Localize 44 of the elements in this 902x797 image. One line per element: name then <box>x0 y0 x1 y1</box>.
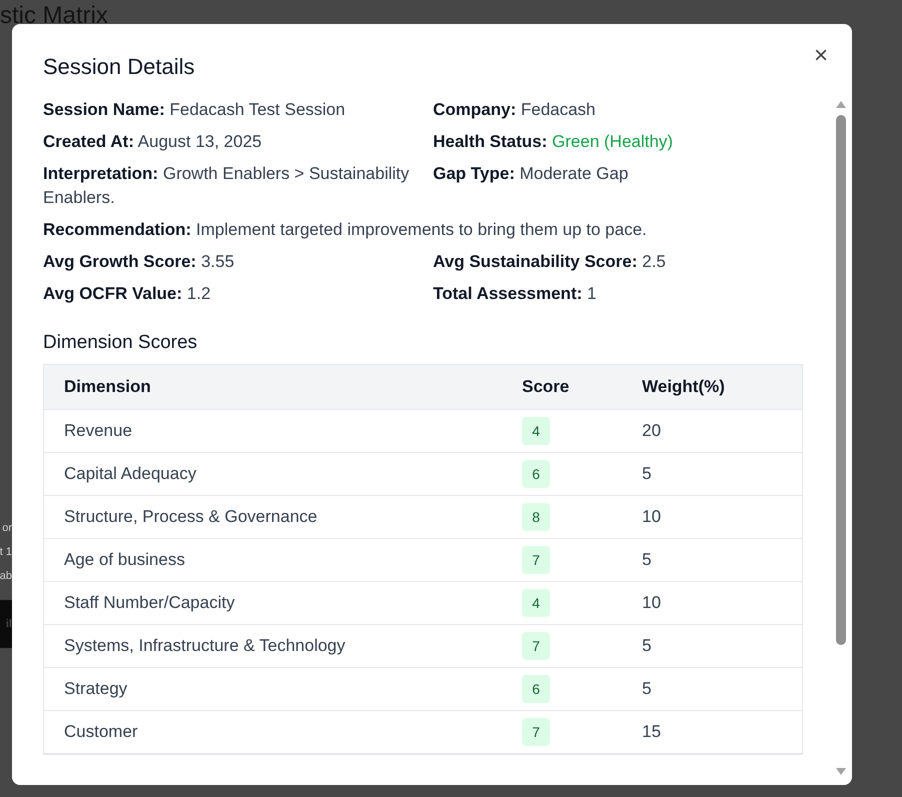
table-cell-text: Systems, Infrastructure & Technology <box>64 636 346 656</box>
table-cell-text: 5 <box>642 636 652 656</box>
close-button[interactable]: × <box>814 46 828 66</box>
detail-field: Health Status: Green (Healthy) <box>433 128 793 160</box>
score-badge: 8 <box>522 503 550 531</box>
table-cell-text: 15 <box>642 722 662 742</box>
score-badge: 7 <box>522 546 550 574</box>
table-cell-text: Structure, Process & Governance <box>64 507 318 527</box>
detail-field: Company: Fedacash <box>433 96 793 128</box>
background-text: t 1 <box>0 545 12 560</box>
table-cell-text: 20 <box>642 421 662 441</box>
table-cell-text: Staff Number/Capacity <box>64 593 236 613</box>
table-cell-text: Capital Adequacy <box>64 464 198 484</box>
dialog-title: Session Details <box>43 54 195 80</box>
detail-field: Avg OCFR Value: 1.2 <box>43 280 433 312</box>
table-cell-text: 5 <box>642 464 652 484</box>
table-cell-text: 10 <box>642 507 662 527</box>
detail-field: Created At: August 13, 2025 <box>43 128 433 160</box>
score-badge: 4 <box>522 417 550 445</box>
detail-field: Total Assessment: 1 <box>433 280 793 312</box>
score-badge: 7 <box>522 718 550 746</box>
column-header: Dimension <box>64 377 152 397</box>
table-cell-text: Strategy <box>64 679 128 699</box>
column-header: Score <box>522 377 570 397</box>
section-title: Dimension Scores <box>43 332 198 354</box>
table-cell-text: Customer <box>64 722 139 742</box>
detail-field: Interpretation: Growth Enablers > Sustainability Enablers. <box>43 160 433 216</box>
table-cell-text: 5 <box>642 550 652 570</box>
table-cell-text: 5 <box>642 679 652 699</box>
score-badge: 4 <box>522 589 550 617</box>
detail-field: Avg Sustainability Score: 2.5 <box>433 248 793 280</box>
background-text: ab <box>0 569 12 584</box>
detail-field: Avg Growth Score: 3.55 <box>43 248 433 280</box>
score-badge: 7 <box>522 632 550 660</box>
table-cell-text: Age of business <box>64 550 186 570</box>
detail-field: Session Name: Fedacash Test Session <box>43 96 433 128</box>
score-badge: 6 <box>522 675 550 703</box>
detail-field: Gap Type: Moderate Gap <box>433 160 793 216</box>
background-text: or <box>2 521 12 536</box>
table-cell-text: Revenue <box>64 421 134 441</box>
score-badge: 6 <box>522 460 550 488</box>
table-cell-text: 10 <box>642 593 662 613</box>
detail-field: Recommendation: Implement targeted improvements to bring them up to pace. <box>43 216 793 248</box>
column-header: Weight(%) <box>642 377 726 397</box>
